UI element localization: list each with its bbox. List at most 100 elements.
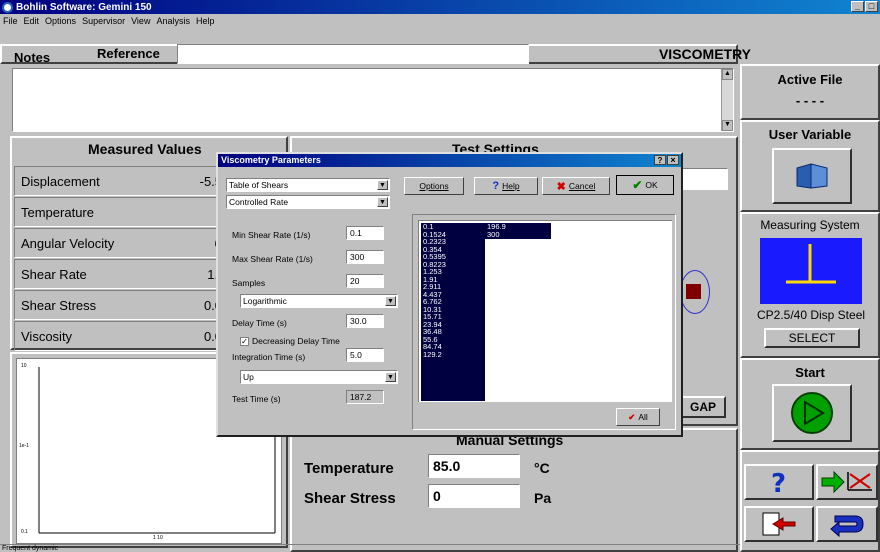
checkbox-checked-icon[interactable]: ✓ bbox=[240, 336, 249, 346]
dialog-title: Viscometry Parameters bbox=[221, 155, 321, 165]
options-label: Options bbox=[419, 181, 449, 191]
measuring-system-panel: Measuring System CP2.5/40 Disp Steel SEL… bbox=[740, 212, 880, 358]
menu-bar: File Edit Options Supervisor View Analys… bbox=[0, 14, 880, 28]
menu-supervisor[interactable]: Supervisor bbox=[82, 16, 125, 26]
select-button[interactable]: SELECT bbox=[764, 328, 860, 348]
dialog-close-icon[interactable]: × bbox=[667, 155, 679, 165]
scroll-down-icon[interactable]: ▼ bbox=[722, 120, 733, 131]
test-settings-field[interactable] bbox=[680, 168, 728, 190]
shear-table[interactable]: 0.1 0.1524 0.2323 0.354 0.5395 0.8223 1.… bbox=[418, 220, 672, 402]
decreasing-delay-checkbox[interactable]: ✓ Decreasing Delay Time bbox=[240, 336, 340, 346]
return-arrow-icon bbox=[830, 515, 864, 538]
scroll-up-icon[interactable]: ▲ bbox=[722, 69, 733, 80]
reference-input[interactable] bbox=[177, 44, 529, 64]
dialog-help-icon[interactable]: ? bbox=[654, 155, 666, 165]
measured-label: Shear Stress bbox=[21, 297, 97, 313]
export-tool-button[interactable] bbox=[816, 464, 878, 500]
test-time-value: 187.2 bbox=[346, 390, 384, 404]
cone-plate-icon bbox=[786, 244, 836, 284]
direction-select[interactable]: Up ▼ bbox=[240, 370, 398, 384]
list-item: 300 bbox=[487, 229, 500, 239]
status-bar: Frequent dynamic bbox=[0, 544, 740, 552]
notes-scrollbar[interactable]: ▲ ▼ bbox=[721, 69, 733, 131]
book-icon bbox=[796, 163, 828, 189]
user-variable-title: User Variable bbox=[768, 127, 852, 142]
min-rate-input[interactable]: 0.1 bbox=[346, 226, 384, 240]
table-type-select[interactable]: Table of Shears ▼ bbox=[226, 178, 390, 192]
control-mode-value: Controlled Rate bbox=[229, 197, 289, 207]
exit-door-icon bbox=[762, 512, 796, 536]
export-data-icon bbox=[821, 470, 872, 494]
menu-file[interactable]: File bbox=[3, 16, 18, 26]
cancel-button[interactable]: ✖ Cancel bbox=[542, 177, 610, 195]
spacing-value: Logarithmic bbox=[243, 296, 287, 306]
menu-view[interactable]: View bbox=[131, 16, 150, 26]
options-button[interactable]: Options bbox=[404, 177, 464, 195]
ok-button[interactable]: ✔ OK bbox=[616, 175, 674, 195]
gap-button[interactable]: GAP bbox=[680, 396, 726, 418]
help-tool-button[interactable]: ? bbox=[744, 464, 814, 500]
manual-temperature-label: Temperature bbox=[304, 460, 394, 477]
manual-temperature-unit: °C bbox=[534, 460, 550, 476]
return-tool-button[interactable] bbox=[816, 506, 878, 542]
max-rate-input[interactable]: 300 bbox=[346, 250, 384, 264]
spacing-select[interactable]: Logarithmic ▼ bbox=[240, 294, 398, 308]
user-variable-button[interactable] bbox=[772, 148, 852, 204]
ok-label: OK bbox=[645, 180, 658, 190]
plot-xtick: 1 10 bbox=[153, 535, 163, 541]
samples-input[interactable]: 20 bbox=[346, 274, 384, 288]
list-item: 129.2 bbox=[423, 349, 442, 359]
integration-input[interactable]: 5.0 bbox=[346, 348, 384, 362]
delay-input[interactable]: 30.0 bbox=[346, 314, 384, 328]
help-button[interactable]: ? Help bbox=[474, 177, 538, 195]
direction-value: Up bbox=[243, 372, 254, 382]
all-button[interactable]: ✔ All bbox=[616, 408, 660, 426]
restore-button[interactable]: □ bbox=[865, 1, 878, 12]
table-type-value: Table of Shears bbox=[229, 180, 289, 190]
title-bar: Bohlin Software: Gemini 150 _ □ bbox=[0, 0, 880, 14]
window-title: Bohlin Software: Gemini 150 bbox=[16, 1, 152, 13]
chevron-down-icon[interactable]: ▼ bbox=[377, 180, 388, 190]
chevron-down-icon[interactable]: ▼ bbox=[385, 296, 396, 306]
exit-tool-button[interactable] bbox=[744, 506, 814, 542]
control-mode-select[interactable]: Controlled Rate ▼ bbox=[226, 195, 390, 209]
manual-stress-label: Shear Stress bbox=[304, 490, 396, 507]
shear-rate-column-2: 196.9 300 bbox=[485, 223, 551, 239]
shear-rate-column: 0.1 0.1524 0.2323 0.354 0.5395 0.8223 1.… bbox=[421, 223, 485, 401]
notes-textarea[interactable]: ▲ ▼ bbox=[12, 68, 734, 132]
reference-label: Reference bbox=[97, 46, 160, 61]
decreasing-delay-label: Decreasing Delay Time bbox=[252, 336, 340, 346]
start-button[interactable] bbox=[772, 384, 852, 442]
measuring-system-image bbox=[760, 238, 862, 304]
menu-edit[interactable]: Edit bbox=[24, 16, 40, 26]
menu-analysis[interactable]: Analysis bbox=[156, 16, 190, 26]
manual-temperature-input[interactable]: 85.0 bbox=[428, 454, 520, 478]
minimize-button[interactable]: _ bbox=[851, 1, 864, 12]
measured-label: Angular Velocity bbox=[21, 235, 115, 251]
plot-ytick-top: 10 bbox=[21, 363, 27, 369]
manual-stress-input[interactable]: 0 bbox=[428, 484, 520, 508]
active-file-value: - - - - bbox=[795, 93, 825, 108]
measured-values-title: Measured Values bbox=[88, 141, 202, 157]
question-icon: ? bbox=[771, 469, 786, 496]
play-icon bbox=[791, 392, 833, 434]
min-rate-label: Min Shear Rate (1/s) bbox=[232, 230, 311, 240]
chevron-down-icon[interactable]: ▼ bbox=[385, 372, 396, 382]
app-logo-icon bbox=[2, 1, 13, 13]
measuring-system-name: CP2.5/40 Disp Steel bbox=[756, 308, 866, 322]
start-panel: Start bbox=[740, 358, 880, 450]
dialog-title-bar: Viscometry Parameters ? × bbox=[218, 154, 681, 167]
cancel-label: Cancel bbox=[568, 181, 596, 191]
svg-text:?: ? bbox=[771, 469, 786, 496]
status-lamp bbox=[680, 270, 710, 314]
help-icon: ? bbox=[492, 180, 500, 192]
stop-indicator-icon bbox=[686, 284, 701, 299]
plot-ytick-bot: 0.1 bbox=[21, 529, 28, 535]
menu-options[interactable]: Options bbox=[45, 16, 76, 26]
help-label: Help bbox=[502, 181, 520, 191]
chevron-down-icon[interactable]: ▼ bbox=[377, 197, 388, 207]
mode-title: VISCOMETRY bbox=[658, 46, 752, 62]
test-time-label: Test Time (s) bbox=[232, 394, 281, 404]
menu-help[interactable]: Help bbox=[196, 16, 215, 26]
integration-label: Integration Time (s) bbox=[232, 352, 306, 362]
